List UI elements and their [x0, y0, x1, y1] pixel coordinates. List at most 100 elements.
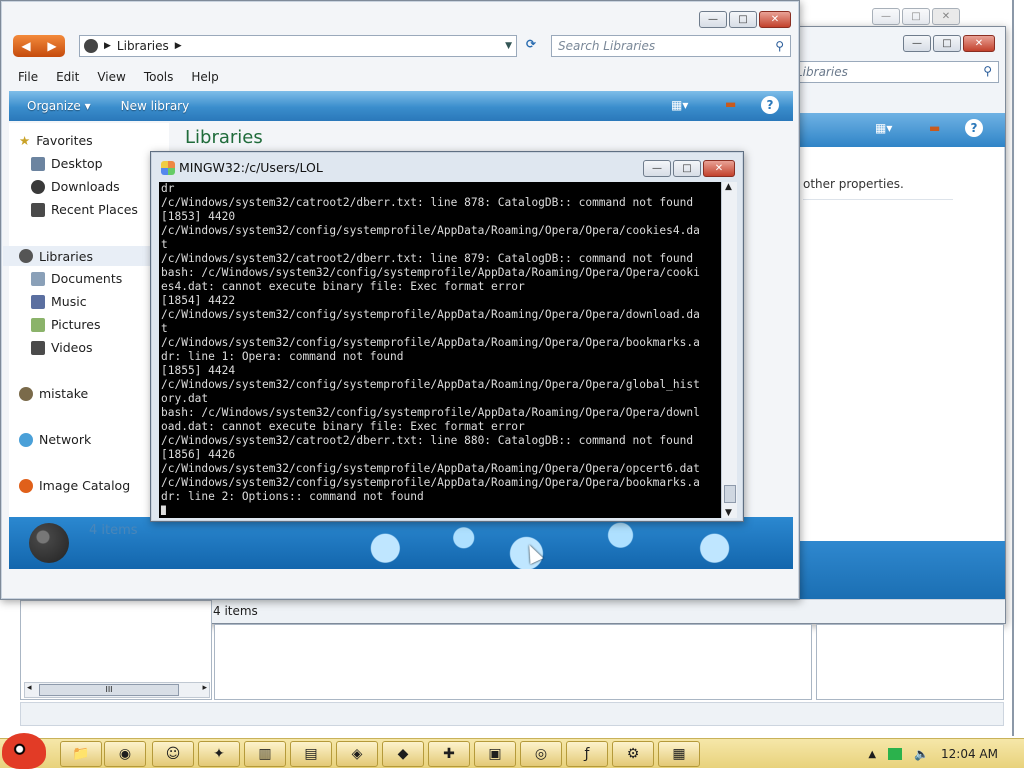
scroll-up-arrow-icon[interactable]: ▲: [725, 182, 732, 192]
refresh-icon[interactable]: ⟳: [521, 37, 541, 55]
organize-button[interactable]: Organize ▾: [27, 99, 91, 113]
maximize-button[interactable]: □: [729, 11, 757, 28]
nav-network[interactable]: Network: [19, 432, 91, 447]
dropdown-arrow-icon[interactable]: ▼: [505, 41, 512, 51]
address-bar[interactable]: ▶ Libraries ▶ ▼: [79, 35, 517, 57]
search-input[interactable]: Search Libraries ⚲: [551, 35, 791, 57]
taskbar-vs-icon[interactable]: ◆: [382, 741, 424, 767]
menu-tools[interactable]: Tools: [135, 67, 183, 87]
downloads-icon: [31, 179, 45, 194]
search-icon[interactable]: ⚲: [983, 64, 992, 78]
forward-arrow-icon[interactable]: ▶: [47, 39, 56, 53]
search-icon[interactable]: ⚲: [775, 39, 784, 53]
far-window-caption-buttons: — □ ✕: [872, 8, 960, 25]
terminal-maximize-button[interactable]: □: [673, 160, 701, 177]
scrollbar-thumb[interactable]: III: [39, 684, 179, 696]
bg-window-caption-buttons: — □ ✕: [903, 35, 995, 52]
taskbar-app-icon[interactable]: ◈: [336, 741, 378, 767]
taskbar-monitor-icon[interactable]: ▣: [474, 741, 516, 767]
back-arrow-icon[interactable]: ◀: [21, 39, 30, 53]
content-title: Libraries: [185, 127, 263, 148]
preview-pane-icon[interactable]: ▬: [725, 97, 736, 111]
menu-help[interactable]: Help: [182, 67, 227, 87]
terminal-scroll-thumb[interactable]: [724, 485, 736, 503]
terminal-output[interactable]: dr/c/Windows/system32/catroot2/dberr.txt…: [159, 182, 721, 518]
nav-libraries[interactable]: Libraries: [3, 246, 153, 266]
terminal-minimize-button[interactable]: —: [643, 160, 671, 177]
nav-documents[interactable]: Documents: [31, 271, 122, 286]
menu-file[interactable]: File: [9, 67, 47, 87]
network-status-icon[interactable]: [888, 748, 903, 760]
terminal-line: /c/Windows/system32/config/systemprofile…: [161, 462, 700, 475]
bg-maximize-button[interactable]: □: [933, 35, 961, 52]
volume-icon[interactable]: 🔈: [914, 747, 929, 761]
bg-status-text: 4 items: [213, 604, 258, 618]
minimize-button[interactable]: —: [699, 11, 727, 28]
taskbar-chrome-icon[interactable]: ◉: [104, 741, 146, 767]
back-forward-buttons[interactable]: ◀ ▶: [13, 35, 65, 57]
scroll-down-arrow-icon[interactable]: ▼: [725, 508, 732, 518]
nav-videos[interactable]: Videos: [31, 340, 93, 355]
mingw-terminal-window[interactable]: MINGW32:/c/Users/LOL — □ ✕ dr/c/Windows/…: [150, 151, 744, 522]
address-text[interactable]: Libraries: [117, 39, 169, 53]
nav-desktop[interactable]: Desktop: [31, 156, 103, 171]
nav-favorites-label: Favorites: [36, 133, 93, 148]
chevron-right-icon[interactable]: ▶: [175, 41, 182, 51]
music-icon: [31, 294, 45, 309]
terminal-close-button[interactable]: ✕: [703, 160, 735, 177]
help-icon[interactable]: ?: [761, 96, 779, 114]
taskbar-explorer-icon[interactable]: ▦: [658, 741, 700, 767]
scroll-right-arrow-icon[interactable]: ▸: [202, 683, 207, 693]
taskbar-calculator-icon[interactable]: ▥: [244, 741, 286, 767]
command-bar: Organize ▾ New library ▦▾ ▬ ?: [9, 91, 793, 121]
taskbar-colorful-app-icon[interactable]: ✦: [198, 741, 240, 767]
layout-icon[interactable]: ▦▾: [875, 121, 892, 135]
chevron-right-icon[interactable]: ▶: [104, 41, 111, 51]
help-icon[interactable]: ?: [965, 119, 983, 137]
layout-icon[interactable]: ▦▾: [671, 98, 688, 112]
taskbar-flash-icon[interactable]: ƒ: [566, 741, 608, 767]
preview-pane-icon[interactable]: ▬: [929, 121, 940, 135]
new-library-button[interactable]: New library: [121, 99, 190, 113]
bg-close-button[interactable]: ✕: [963, 35, 995, 52]
nav-libraries-label: Libraries: [39, 248, 93, 264]
nav-downloads-label: Downloads: [51, 179, 120, 194]
clock[interactable]: 12:04 AM: [941, 747, 998, 761]
lower-status-strip: [20, 702, 1004, 726]
horizontal-scrollbar[interactable]: ◂ III ▸: [24, 682, 210, 698]
desktop-icon: [31, 156, 45, 171]
star-icon: ★: [19, 133, 31, 148]
main-caption-buttons: — □ ✕: [699, 11, 791, 28]
menu-edit[interactable]: Edit: [47, 67, 88, 87]
tray-expand-icon[interactable]: ▲: [868, 749, 876, 760]
start-button[interactable]: [2, 733, 46, 769]
nav-favorites[interactable]: ★ Favorites: [19, 133, 93, 148]
menu-view[interactable]: View: [88, 67, 134, 87]
bg-minimize-button[interactable]: —: [903, 35, 931, 52]
terminal-line: █: [161, 506, 166, 515]
nav-mistake[interactable]: mistake: [19, 386, 88, 401]
image-catalog-icon: [19, 478, 33, 493]
nav-network-label: Network: [39, 432, 92, 447]
scroll-left-arrow-icon[interactable]: ◂: [27, 683, 32, 693]
terminal-line: t: [161, 322, 168, 335]
nav-recent-places[interactable]: Recent Places: [31, 202, 138, 217]
far-minimize-button[interactable]: —: [872, 8, 900, 25]
nav-music[interactable]: Music: [31, 294, 87, 309]
taskbar-folder-icon[interactable]: 📁: [60, 741, 102, 767]
taskbar-archive-icon[interactable]: ▤: [290, 741, 332, 767]
taskbar-settings-icon[interactable]: ⚙: [612, 741, 654, 767]
far-maximize-button[interactable]: □: [902, 8, 930, 25]
lower-preview-pane: [816, 624, 1004, 700]
taskbar-smiley-icon[interactable]: ☺: [152, 741, 194, 767]
nav-pictures[interactable]: Pictures: [31, 317, 101, 332]
close-button[interactable]: ✕: [759, 11, 791, 28]
nav-image-catalog[interactable]: Image Catalog: [19, 478, 130, 493]
nav-downloads[interactable]: Downloads: [31, 179, 120, 194]
taskbar-puzzle-icon[interactable]: ✚: [428, 741, 470, 767]
far-close-button[interactable]: ✕: [932, 8, 960, 25]
mingw-icon: [161, 161, 175, 175]
taskbar-disc-icon[interactable]: ◎: [520, 741, 562, 767]
terminal-scrollbar[interactable]: ▲ ▼: [721, 182, 737, 518]
bg-search-input[interactable]: Libraries ⚲: [789, 61, 999, 83]
